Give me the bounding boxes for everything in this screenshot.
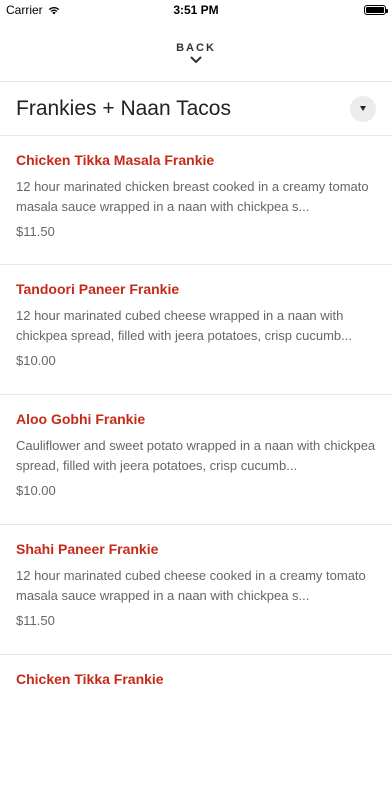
menu-item-name: Aloo Gobhi Frankie [16,411,146,427]
dropdown-triangle-icon [360,106,366,111]
section-title: Frankies + Naan Tacos [16,96,231,120]
menu-item[interactable]: Aloo Gobhi Frankie Cauliflower and sweet… [0,395,392,525]
menu-item-name: Tandoori Paneer Frankie [16,281,180,297]
menu-item-price: $11.50 [16,224,55,239]
menu-item[interactable]: Tandoori Paneer Frankie 12 hour marinate… [0,265,392,395]
menu-item[interactable]: Chicken Tikka Frankie [0,655,392,785]
section-header: Frankies + Naan Tacos [0,82,392,136]
menu-item-name: Chicken Tikka Frankie [16,671,164,687]
menu-item-price: $10.00 [16,483,56,498]
status-time: 3:51 PM [173,3,219,17]
menu-item-description: 12 hour marinated chicken breast cooked … [16,179,369,214]
menu-item-description: 12 hour marinated cubed cheese cooked in… [16,568,366,603]
menu-item-price: $11.50 [16,613,55,628]
menu-item-name: Chicken Tikka Masala Frankie [16,152,215,168]
status-bar: Carrier 3:51 PM [0,0,392,20]
menu-item[interactable]: Chicken Tikka Masala Frankie 12 hour mar… [0,136,392,265]
battery-icon [364,5,388,15]
chevron-down-icon [190,56,202,63]
back-button[interactable]: BACK [0,20,392,82]
menu-item-name: Shahi Paneer Frankie [16,541,159,557]
category-dropdown-button[interactable] [350,95,376,122]
menu-item-description: Cauliflower and sweet potato wrapped in … [16,438,376,473]
menu-item-price: $10.00 [16,353,56,368]
menu-item[interactable]: Shahi Paneer Frankie 12 hour marinated c… [0,525,392,655]
menu-item-list: Chicken Tikka Masala Frankie 12 hour mar… [0,136,392,785]
menu-item-description: 12 hour marinated cubed cheese wrapped i… [16,308,353,343]
back-label: BACK [176,41,216,54]
